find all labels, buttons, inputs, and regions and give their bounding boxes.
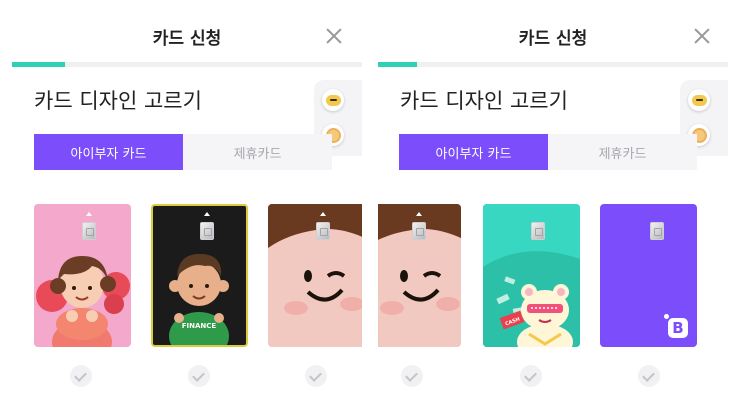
pink-character-card[interactable] bbox=[34, 204, 131, 347]
card-chip-icon bbox=[650, 222, 664, 240]
brand-logo-icon: B bbox=[668, 318, 688, 338]
progress-bar bbox=[12, 62, 362, 67]
card-type-tabs: 아이부자 카드 제휴카드 bbox=[34, 134, 332, 170]
section-title: 카드 디자인 고르기 bbox=[400, 89, 568, 113]
tab-partner-card[interactable]: 제휴카드 bbox=[183, 134, 332, 170]
face-closeup-art bbox=[268, 204, 362, 347]
purple-logo-card[interactable]: B bbox=[600, 204, 697, 347]
mint-bear-card[interactable]: CASH bbox=[483, 204, 580, 347]
card-application-panel-right: 카드 신청 카드 디자인 고르기 아이부자 카드 제휴카드 CASH B bbox=[378, 0, 728, 400]
page-title: 카드 신청 bbox=[518, 29, 588, 49]
select-check-icon[interactable] bbox=[520, 365, 542, 387]
contactless-icon bbox=[86, 212, 92, 216]
tab-partner-card[interactable]: 제휴카드 bbox=[548, 134, 697, 170]
card-chip-icon bbox=[412, 222, 426, 240]
card-type-tabs: 아이부자 카드 제휴카드 bbox=[399, 134, 697, 170]
contactless-icon bbox=[416, 212, 422, 216]
contactless-icon bbox=[204, 212, 210, 216]
progress-fill bbox=[378, 62, 417, 67]
finance-character-card[interactable]: FINANCE bbox=[151, 204, 248, 347]
shirt-text: FINANCE bbox=[182, 322, 217, 330]
close-icon[interactable] bbox=[324, 26, 344, 46]
section-title: 카드 디자인 고르기 bbox=[34, 89, 202, 113]
logo-dot bbox=[664, 314, 669, 319]
card-application-panel-left: 카드 신청 카드 디자인 고르기 아이부자 카드 제휴카드 FINANCE bbox=[12, 0, 362, 400]
face-closeup-card[interactable] bbox=[268, 204, 362, 347]
close-icon[interactable] bbox=[692, 26, 712, 46]
card-chip-icon bbox=[316, 222, 330, 240]
kakao-talk-icon[interactable] bbox=[688, 89, 710, 111]
progress-bar bbox=[378, 62, 728, 67]
select-check-icon[interactable] bbox=[70, 365, 92, 387]
tab-aibuja-card[interactable]: 아이부자 카드 bbox=[34, 134, 183, 170]
select-check-icon[interactable] bbox=[188, 365, 210, 387]
select-check-icon[interactable] bbox=[638, 365, 660, 387]
kakao-talk-icon[interactable] bbox=[322, 89, 344, 111]
card-chip-icon bbox=[200, 222, 214, 240]
contactless-icon bbox=[320, 212, 326, 216]
progress-fill bbox=[12, 62, 65, 67]
select-check-icon[interactable] bbox=[305, 365, 327, 387]
tab-aibuja-card[interactable]: 아이부자 카드 bbox=[399, 134, 548, 170]
card-chip-icon bbox=[82, 222, 96, 240]
card-chip-icon bbox=[531, 222, 545, 240]
face-closeup-card[interactable] bbox=[378, 204, 461, 347]
select-check-icon[interactable] bbox=[401, 365, 423, 387]
page-title: 카드 신청 bbox=[152, 29, 222, 49]
